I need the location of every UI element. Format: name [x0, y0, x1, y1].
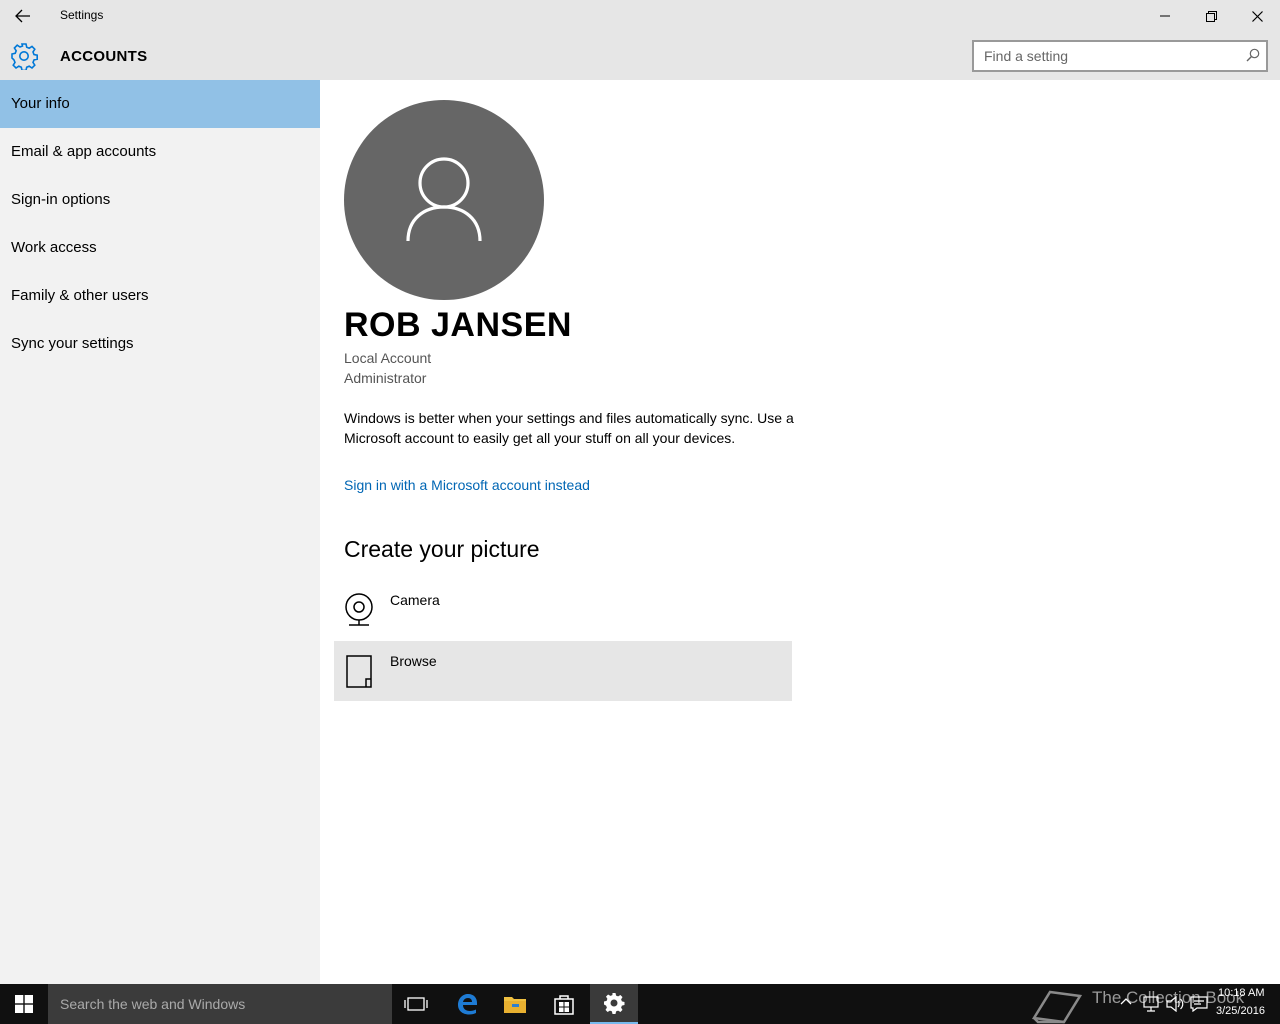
edge-icon [458, 994, 477, 1015]
restore-button[interactable] [1188, 0, 1234, 32]
settings-icon [604, 993, 625, 1014]
task-view-icon [404, 997, 428, 1011]
show-hidden-icons-icon[interactable] [1120, 996, 1132, 1008]
user-name: ROB JANSEN [344, 306, 572, 344]
browse-option[interactable]: Browse [334, 641, 792, 701]
browse-icon [346, 655, 372, 688]
sidebar-item-family-other-users[interactable]: Family & other users [0, 272, 320, 320]
clock-time[interactable]: 10:18 AM [1218, 987, 1264, 999]
sidebar-item-email-app-accounts[interactable]: Email & app accounts [0, 128, 320, 176]
find-setting-input[interactable] [974, 42, 1224, 70]
sidebar-item-your-info[interactable]: Your info [0, 80, 320, 128]
clock-date[interactable]: 3/25/2016 [1216, 1005, 1265, 1017]
sidebar-item-sync-settings[interactable]: Sync your settings [0, 320, 320, 368]
taskbar-search-placeholder: Search the web and Windows [60, 996, 246, 1012]
taskbar: Search the web and Windows The Collectio… [0, 984, 1280, 1024]
minimize-button[interactable] [1142, 0, 1188, 32]
restore-icon [1205, 10, 1217, 22]
app-title: Settings [60, 8, 104, 22]
taskbar-search[interactable]: Search the web and Windows [48, 984, 392, 1024]
back-arrow-icon [15, 9, 30, 23]
store-button[interactable] [540, 984, 588, 1024]
camera-label: Camera [390, 592, 440, 608]
find-setting-search[interactable] [972, 40, 1268, 72]
start-button[interactable] [0, 984, 48, 1024]
browse-label: Browse [390, 653, 437, 669]
file-explorer-icon [504, 997, 526, 1013]
network-icon[interactable] [1142, 996, 1160, 1012]
sync-description: Windows is better when your settings and… [344, 410, 794, 446]
microsoft-account-link[interactable]: Sign in with a Microsoft account instead [344, 477, 590, 493]
book-watermark-icon [1031, 990, 1083, 1024]
sidebar-item-sign-in-options[interactable]: Sign-in options [0, 176, 320, 224]
camera-option[interactable]: Camera [334, 580, 792, 640]
gear-icon [10, 42, 38, 72]
task-view-button[interactable] [392, 984, 440, 1024]
account-role: Administrator [344, 370, 427, 386]
avatar [344, 100, 544, 300]
search-icon[interactable] [1246, 48, 1260, 62]
file-explorer-button[interactable] [491, 984, 539, 1024]
create-picture-heading: Create your picture [344, 536, 540, 562]
settings-taskbar-button[interactable] [590, 984, 638, 1024]
minimize-icon [1160, 15, 1170, 17]
store-icon [554, 995, 574, 1015]
back-button[interactable] [8, 4, 38, 28]
user-icon [406, 157, 482, 242]
main-content: ROB JANSEN Local Account Administrator W… [320, 80, 1280, 984]
volume-icon[interactable] [1166, 996, 1184, 1012]
title-bar: Settings [0, 0, 1280, 32]
sidebar: Your info Email & app accounts Sign-in o… [0, 80, 320, 984]
edge-button[interactable] [443, 984, 491, 1024]
windows-logo-icon [15, 995, 33, 1013]
close-icon [1251, 10, 1263, 22]
section-title: ACCOUNTS [60, 48, 148, 65]
close-button[interactable] [1234, 0, 1280, 32]
account-type: Local Account [344, 350, 432, 366]
settings-header: ACCOUNTS [0, 32, 1280, 80]
camera-icon [345, 593, 373, 626]
sidebar-item-work-access[interactable]: Work access [0, 224, 320, 272]
action-center-icon[interactable] [1190, 996, 1208, 1012]
